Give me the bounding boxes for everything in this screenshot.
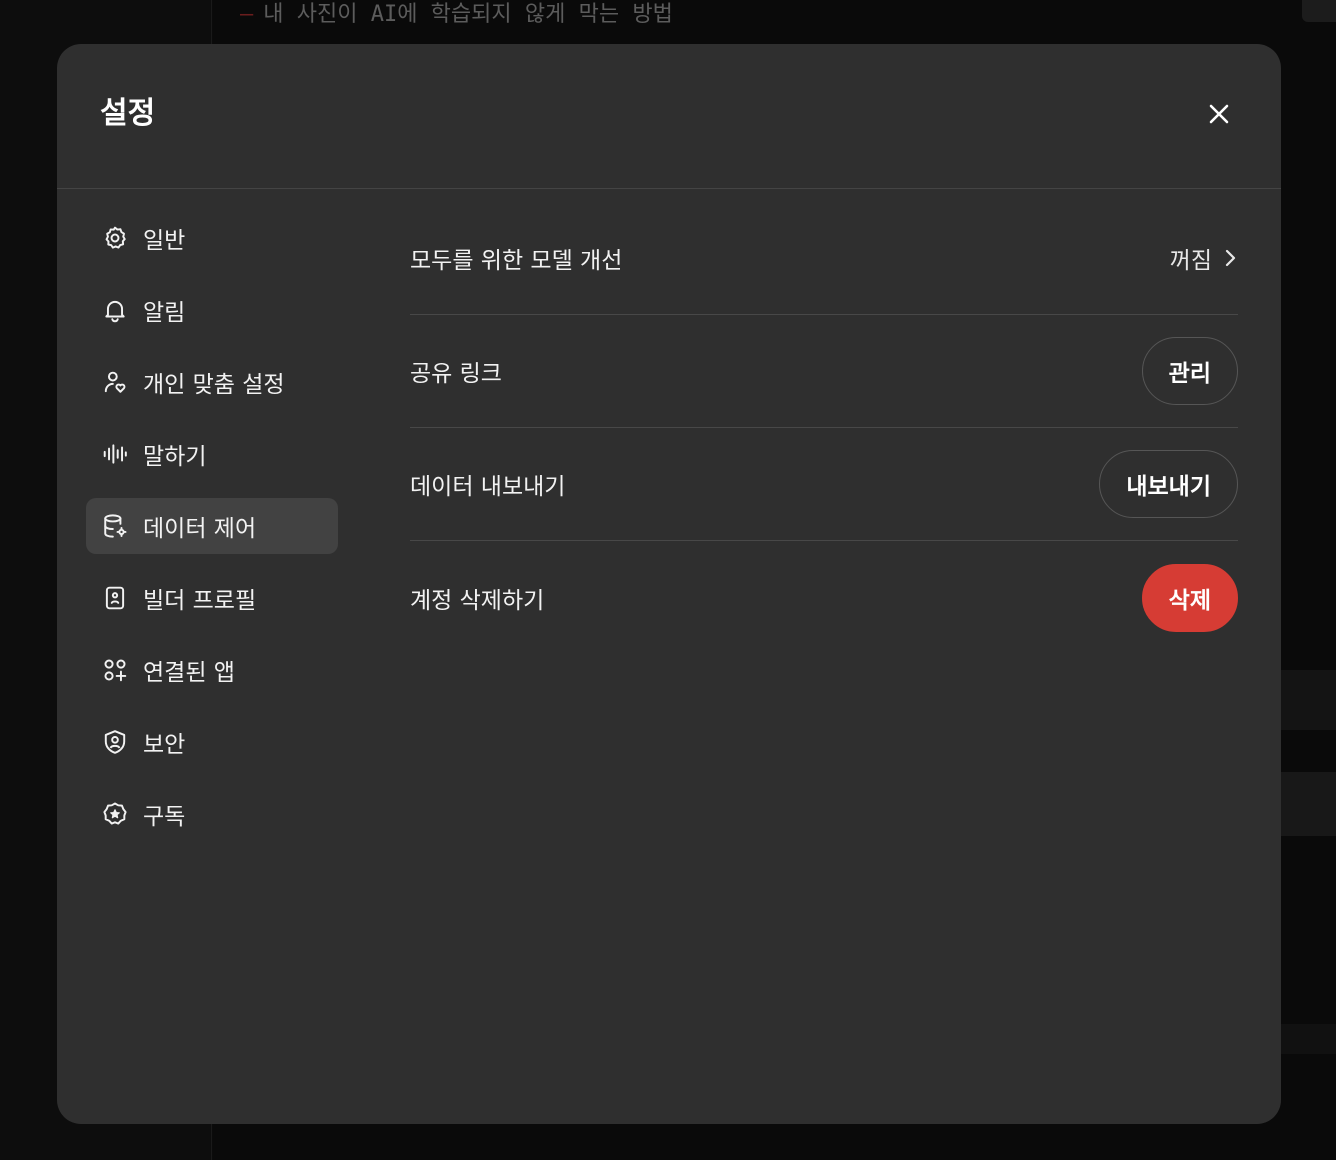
apps-grid-plus-icon (101, 656, 129, 684)
nav-item-label: 보안 (143, 732, 186, 758)
nav-item-label: 말하기 (143, 444, 207, 470)
nav-item-label: 데이터 제어 (143, 516, 257, 542)
background-strip (1280, 772, 1336, 836)
shield-user-icon (101, 728, 129, 756)
data-controls-panel: 모두를 위한 모델 개선 꺼짐 공유 링크 관리 데이터 내보내기 내보내기 계… (410, 202, 1238, 654)
manage-shared-links-button[interactable]: 관리 (1141, 337, 1238, 405)
nav-item-notifications[interactable]: 알림 (86, 282, 338, 338)
nav-item-subscription[interactable]: 구독 (86, 786, 338, 842)
background-strip (1280, 670, 1336, 730)
database-gear-icon (101, 512, 129, 540)
settings-dialog: 설정 일반 알림 개인 맞춤 설정 말하기 데이터 제어 빌더 프로필 연결된 … (57, 44, 1281, 1124)
delete-account-button[interactable]: 삭제 (1141, 563, 1238, 632)
bell-icon (101, 296, 129, 324)
settings-row-delete-account: 계정 삭제하기 삭제 (410, 541, 1238, 654)
nav-item-general[interactable]: 일반 (86, 210, 338, 266)
nav-item-data-controls[interactable]: 데이터 제어 (86, 498, 338, 554)
export-data-button[interactable]: 내보내기 (1099, 450, 1238, 518)
nav-item-security[interactable]: 보안 (86, 714, 338, 770)
row-label: 데이터 내보내기 (410, 474, 566, 500)
nav-item-label: 연결된 앱 (143, 660, 235, 686)
close-button[interactable] (1201, 96, 1237, 132)
dialog-header: 설정 (57, 44, 1281, 189)
nav-item-personalization[interactable]: 개인 맞춤 설정 (86, 354, 338, 410)
background-strip (1280, 1024, 1336, 1054)
nav-item-label: 일반 (143, 228, 186, 254)
badge-star-icon (101, 800, 129, 828)
settings-nav: 일반 알림 개인 맞춤 설정 말하기 데이터 제어 빌더 프로필 연결된 앱 보… (86, 210, 338, 858)
nav-item-label: 알림 (143, 300, 186, 326)
nav-item-builder-profile[interactable]: 빌더 프로필 (86, 570, 338, 626)
nav-item-connected-apps[interactable]: 연결된 앱 (86, 642, 338, 698)
row-label: 모두를 위한 모델 개선 (410, 248, 623, 274)
settings-row-shared-links: 공유 링크 관리 (410, 315, 1238, 428)
dialog-title: 설정 (100, 96, 156, 131)
nav-item-label: 빌더 프로필 (143, 588, 257, 614)
background-article-heading: — 내 사진이 AI에 학습되지 않게 막는 방법 (240, 2, 673, 27)
gear-icon (101, 224, 129, 252)
chevron-right-icon (1225, 249, 1236, 267)
row-label: 공유 링크 (410, 361, 502, 387)
waveform-icon (101, 440, 129, 468)
nav-item-label: 개인 맞춤 설정 (143, 372, 285, 398)
id-card-icon (101, 584, 129, 612)
background-chip (1302, 0, 1336, 22)
nav-item-label: 구독 (143, 804, 186, 830)
model-improvement-toggle-link[interactable]: 꺼짐 (1170, 241, 1238, 275)
close-icon (1209, 104, 1229, 124)
row-value: 꺼짐 (1169, 248, 1212, 274)
row-label: 계정 삭제하기 (410, 587, 545, 614)
person-heart-icon (101, 368, 129, 396)
nav-item-speech[interactable]: 말하기 (86, 426, 338, 482)
settings-row-model-improvement: 모두를 위한 모델 개선 꺼짐 (410, 202, 1238, 315)
settings-row-export-data: 데이터 내보내기 내보내기 (410, 428, 1238, 541)
